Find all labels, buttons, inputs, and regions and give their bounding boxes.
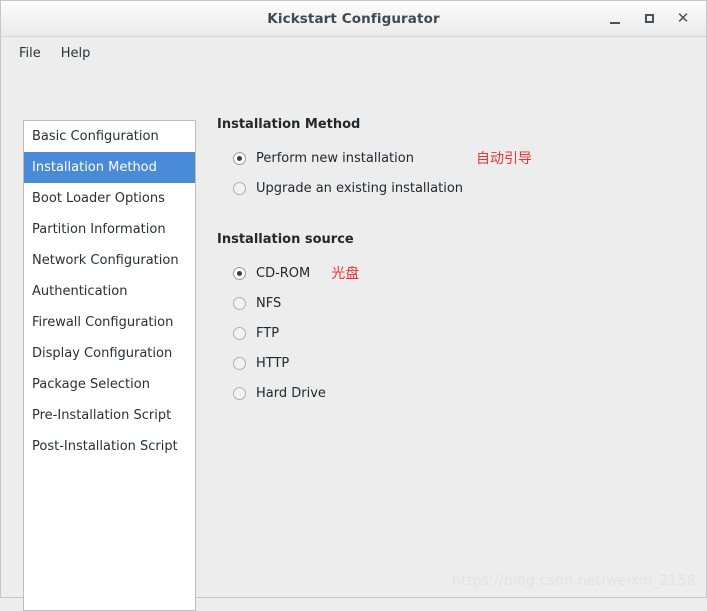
- sidebar-item-partition-information[interactable]: Partition Information: [24, 214, 195, 245]
- radio-label-cdrom: CD-ROM: [256, 265, 311, 281]
- sidebar-item-installation-method[interactable]: Installation Method: [24, 152, 195, 183]
- radio-http-icon[interactable]: [233, 356, 246, 370]
- radio-row-nfs[interactable]: NFS: [217, 288, 696, 318]
- title-bar: Kickstart Configurator ✕: [1, 1, 706, 37]
- sidebar-item-package-selection[interactable]: Package Selection: [24, 369, 195, 400]
- installation-method-heading: Installation Method: [217, 117, 361, 132]
- minimize-icon: [610, 21, 620, 24]
- watermark-text: https://blog.csdn.net/weixin_2158: [452, 573, 696, 589]
- radio-nfs-icon[interactable]: [233, 296, 246, 310]
- sidebar-section-list[interactable]: Basic Configuration Installation Method …: [23, 120, 196, 611]
- annotation-auto-boot: 自动引导: [475, 151, 532, 167]
- sidebar-item-network-configuration[interactable]: Network Configuration: [24, 245, 195, 276]
- radio-row-upgrade-existing-installation[interactable]: Upgrade an existing installation: [217, 173, 696, 203]
- close-button[interactable]: ✕: [666, 4, 700, 34]
- radio-label-ftp: FTP: [256, 325, 280, 341]
- radio-row-hard-drive[interactable]: Hard Drive: [217, 378, 696, 408]
- window-body: Basic Configuration Installation Method …: [1, 69, 706, 611]
- radio-row-ftp[interactable]: FTP: [217, 318, 696, 348]
- radio-ftp-icon[interactable]: [233, 326, 246, 340]
- menu-item-file[interactable]: File: [11, 42, 49, 65]
- radio-label-nfs: NFS: [256, 295, 282, 311]
- sidebar-item-display-configuration[interactable]: Display Configuration: [24, 338, 195, 369]
- radio-cdrom-icon[interactable]: [233, 266, 246, 280]
- sidebar-item-post-installation-script[interactable]: Post-Installation Script: [24, 431, 195, 462]
- window-controls: ✕: [598, 1, 700, 36]
- radio-row-perform-new-installation[interactable]: Perform new installation 自动引导: [217, 143, 696, 173]
- radio-row-http[interactable]: HTTP: [217, 348, 696, 378]
- radio-label-hard-drive: Hard Drive: [256, 385, 326, 401]
- radio-upgrade-existing-installation-icon[interactable]: [233, 181, 246, 195]
- radio-label-http: HTTP: [256, 355, 290, 371]
- radio-row-cdrom[interactable]: CD-ROM 光盘: [217, 258, 696, 288]
- main-content-pane: Installation Method Perform new installa…: [217, 117, 696, 587]
- annotation-cdrom: 光盘: [331, 266, 360, 282]
- close-icon: ✕: [676, 9, 690, 27]
- minimize-button[interactable]: [598, 4, 632, 34]
- maximize-button[interactable]: [632, 4, 666, 34]
- radio-perform-new-installation-icon[interactable]: [233, 151, 246, 165]
- radio-hard-drive-icon[interactable]: [233, 386, 246, 400]
- sidebar-item-authentication[interactable]: Authentication: [24, 276, 195, 307]
- menu-bar: File Help: [1, 37, 706, 69]
- installation-source-heading: Installation source: [217, 232, 354, 247]
- menu-item-help[interactable]: Help: [53, 42, 99, 65]
- application-window: Kickstart Configurator ✕ File Help Basic…: [0, 0, 707, 611]
- radio-label-upgrade-existing-installation: Upgrade an existing installation: [256, 180, 464, 196]
- radio-label-perform-new-installation: Perform new installation: [256, 150, 414, 166]
- maximize-icon: [644, 14, 654, 23]
- sidebar-item-firewall-configuration[interactable]: Firewall Configuration: [24, 307, 195, 338]
- sidebar-item-basic-configuration[interactable]: Basic Configuration: [24, 121, 195, 152]
- sidebar-item-boot-loader-options[interactable]: Boot Loader Options: [24, 183, 195, 214]
- sidebar-item-pre-installation-script[interactable]: Pre-Installation Script: [24, 400, 195, 431]
- window-title: Kickstart Configurator: [267, 10, 440, 27]
